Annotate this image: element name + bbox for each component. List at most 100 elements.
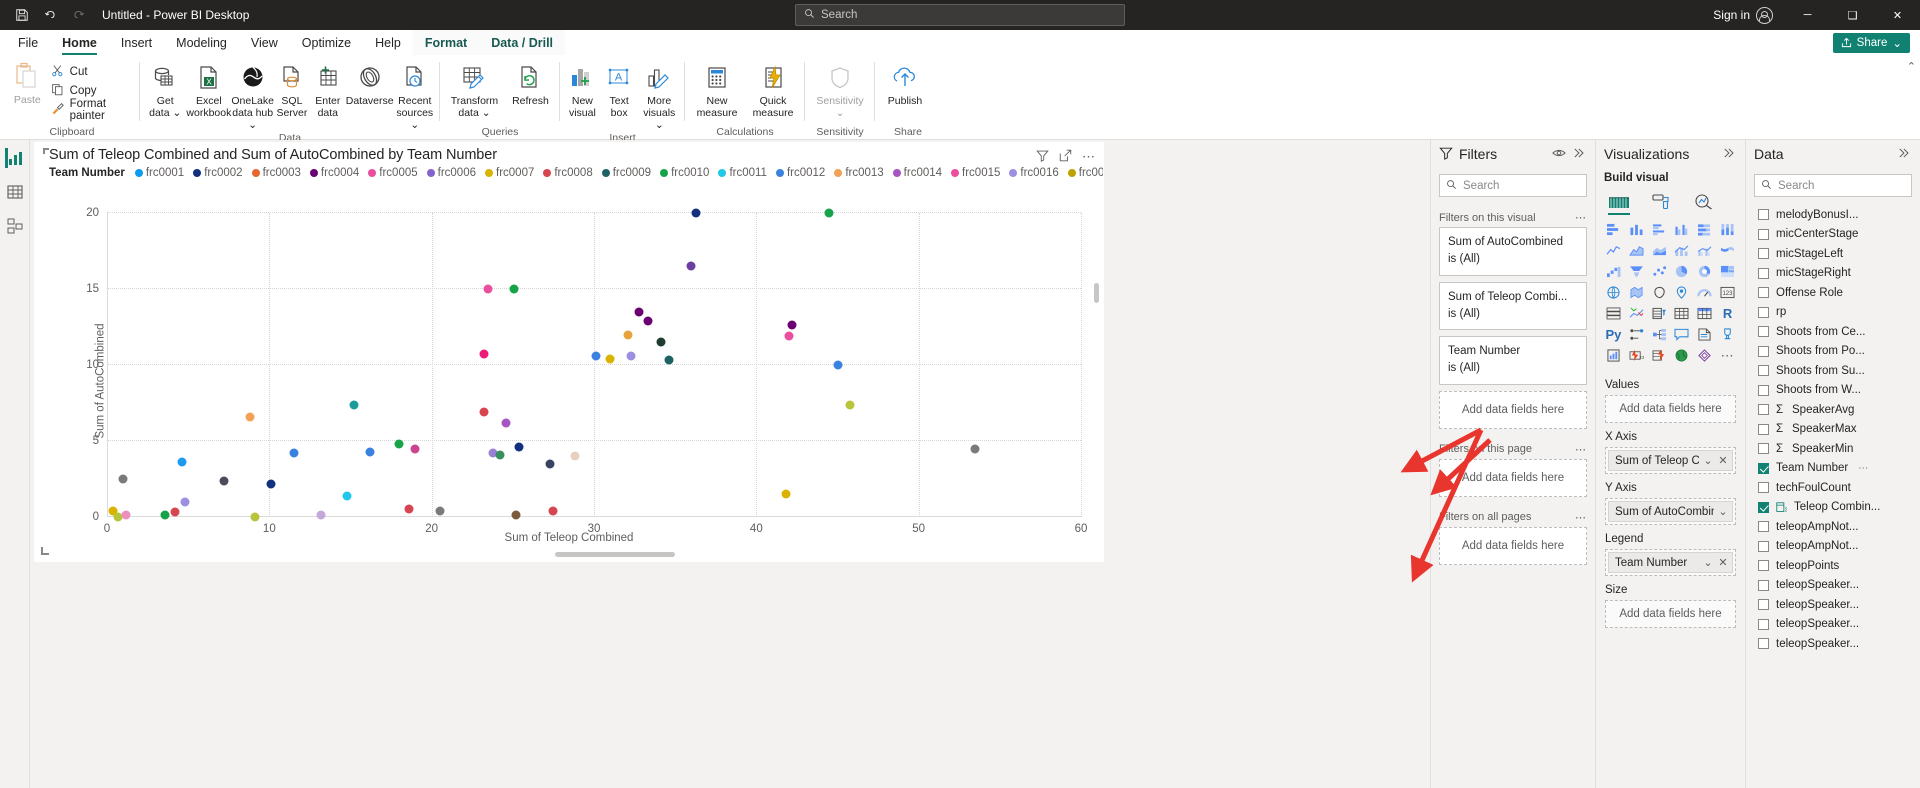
legend-item[interactable]: frc0009 — [601, 167, 651, 179]
field-checkbox[interactable] — [1758, 521, 1769, 533]
cut-button[interactable]: Cut — [47, 62, 136, 81]
data-field-row[interactable]: teleopSpeaker... — [1746, 576, 1920, 596]
data-field-row[interactable]: teleopSpeaker... — [1746, 595, 1920, 615]
legend-item[interactable]: frc0004 — [309, 167, 359, 179]
tab-help[interactable]: Help — [363, 30, 413, 55]
scatter-point[interactable] — [623, 330, 633, 340]
power-apps-visual-icon[interactable] — [1648, 346, 1671, 365]
scatter-point[interactable] — [250, 512, 260, 522]
narrative-visual-icon[interactable] — [1693, 325, 1716, 344]
scatter-point[interactable] — [349, 400, 359, 410]
filters-page-more-icon[interactable]: ⋯ — [1575, 443, 1587, 456]
field-checkbox[interactable] — [1758, 365, 1769, 377]
field-checkbox[interactable] — [1758, 482, 1769, 494]
matrix-icon[interactable] — [1693, 304, 1716, 323]
data-field-row[interactable]: Shoots from Ce... — [1746, 322, 1920, 342]
scatter-point[interactable] — [784, 331, 794, 341]
legend-item[interactable]: frc0005 — [368, 167, 418, 179]
data-field-row[interactable]: teleopSpeaker... — [1746, 615, 1920, 635]
filters-all-more-icon[interactable]: ⋯ — [1575, 511, 1587, 524]
ribbon-chart-icon[interactable] — [1716, 241, 1739, 260]
filters-visual-more-icon[interactable]: ⋯ — [1575, 211, 1587, 224]
field-checkbox[interactable] — [1758, 345, 1769, 357]
pie-chart-icon[interactable] — [1671, 262, 1694, 281]
table-view-icon[interactable] — [5, 182, 25, 202]
well-dropzone-values[interactable]: Add data fields here — [1605, 395, 1736, 423]
more-visuals-button[interactable]: More visuals ⌄ — [638, 60, 681, 131]
scatter-point[interactable] — [511, 510, 521, 520]
data-field-row[interactable]: micStageLeft — [1746, 244, 1920, 264]
tab-format[interactable]: Format — [412, 30, 480, 55]
collapse-pane-icon[interactable] — [1574, 146, 1587, 162]
field-checkbox[interactable] — [1758, 384, 1769, 396]
scatter-point[interactable] — [634, 307, 644, 317]
data-field-row[interactable]: teleopAmpNot... — [1746, 517, 1920, 537]
data-field-row[interactable]: micStageRight — [1746, 264, 1920, 284]
transform-data-button[interactable]: Transform data ⌄ — [444, 60, 505, 119]
scatter-point[interactable] — [548, 506, 558, 516]
donut-chart-icon[interactable] — [1693, 262, 1716, 281]
tab-insert[interactable]: Insert — [109, 30, 164, 55]
dataverse-button[interactable]: Dataverse — [346, 60, 394, 107]
legend-item[interactable]: frc0008 — [543, 167, 593, 179]
chevron-down-icon[interactable]: ⌄ — [1702, 556, 1714, 569]
field-checkbox[interactable] — [1758, 306, 1769, 318]
stacked-column-chart-icon[interactable] — [1625, 220, 1648, 239]
field-checkbox[interactable] — [1758, 501, 1769, 513]
scatter-point[interactable] — [509, 284, 519, 294]
area-chart-icon[interactable] — [1625, 241, 1648, 260]
scatter-point[interactable] — [404, 504, 414, 514]
remove-field-icon[interactable]: ✕ — [1717, 454, 1729, 467]
field-checkbox[interactable] — [1758, 540, 1769, 552]
scatter-point[interactable] — [626, 351, 636, 361]
scatter-point[interactable] — [833, 360, 842, 370]
decomposition-tree-icon[interactable] — [1648, 325, 1671, 344]
r-script-visual-icon[interactable]: R — [1716, 304, 1739, 323]
tab-view[interactable]: View — [239, 30, 290, 55]
model-view-icon[interactable] — [5, 216, 25, 236]
scatter-point[interactable] — [605, 354, 615, 364]
tab-modeling[interactable]: Modeling — [164, 30, 239, 55]
well-legend[interactable]: Team Number ⌄ ✕ — [1605, 549, 1736, 576]
get-data-button[interactable]: Get data ⌄ — [144, 60, 186, 119]
100-stacked-bar-chart-icon[interactable] — [1693, 220, 1716, 239]
clustered-bar-chart-icon[interactable] — [1648, 220, 1671, 239]
100-stacked-column-chart-icon[interactable] — [1716, 220, 1739, 239]
filter-card[interactable]: Sum of Teleop Combi... is (All) — [1439, 281, 1587, 330]
shape-map-icon[interactable] — [1648, 283, 1671, 302]
remove-field-icon[interactable]: ✕ — [1717, 556, 1729, 569]
field-checkbox[interactable] — [1758, 579, 1769, 591]
azure-map-icon[interactable] — [1671, 283, 1694, 302]
scatter-point[interactable] — [787, 320, 797, 330]
scatter-point[interactable] — [479, 349, 489, 359]
publish-button[interactable]: Publish — [879, 60, 931, 107]
field-checkbox[interactable] — [1758, 326, 1769, 338]
data-field-row[interactable]: melodyBonusI... — [1746, 205, 1920, 225]
data-field-row[interactable]: Σ SpeakerMin — [1746, 439, 1920, 459]
paste-button[interactable]: Paste — [8, 58, 47, 106]
data-field-row[interactable]: teleopPoints — [1746, 556, 1920, 576]
chevron-down-icon[interactable]: ⌄ — [1717, 505, 1729, 518]
field-checkbox[interactable] — [1758, 423, 1769, 435]
tab-optimize[interactable]: Optimize — [290, 30, 363, 55]
gauge-icon[interactable] — [1693, 283, 1716, 302]
filters-search-input[interactable]: Search — [1439, 174, 1587, 197]
refresh-button[interactable]: Refresh — [505, 60, 556, 107]
key-influencers-icon[interactable] — [1625, 325, 1648, 344]
collapse-ribbon-icon[interactable]: ⌃ — [1907, 60, 1916, 73]
scatter-point[interactable] — [970, 444, 980, 454]
field-checkbox[interactable] — [1758, 209, 1769, 221]
eye-icon[interactable] — [1552, 146, 1566, 162]
scatter-point[interactable] — [514, 442, 524, 452]
stacked-bar-chart-icon[interactable] — [1602, 220, 1625, 239]
visual-resize-handle[interactable] — [41, 547, 49, 555]
field-checkbox[interactable] — [1758, 443, 1769, 455]
field-checkbox[interactable] — [1758, 638, 1769, 650]
legend-item[interactable]: frc0015 — [951, 167, 1000, 179]
data-field-row[interactable]: Shoots from Su... — [1746, 361, 1920, 381]
data-field-row[interactable]: teleopSpeaker... — [1746, 634, 1920, 654]
close-button[interactable]: ✕ — [1875, 0, 1920, 30]
scatter-point[interactable] — [219, 476, 229, 486]
legend-item[interactable]: frc0007 — [485, 167, 534, 179]
sensitivity-button[interactable]: Sensitivity ⌄ — [809, 60, 871, 119]
